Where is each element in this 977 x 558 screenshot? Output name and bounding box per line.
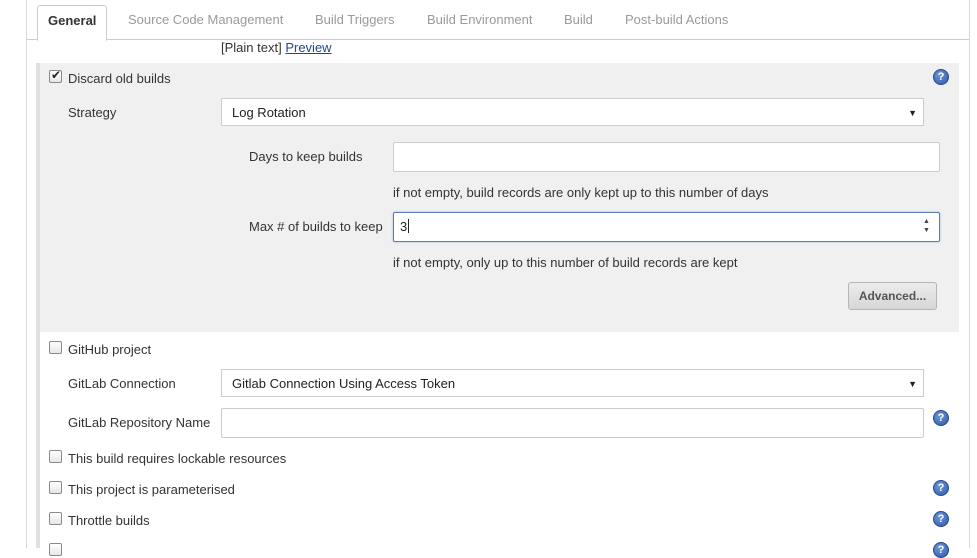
page-right-border [969, 0, 970, 548]
tab-post-build-actions[interactable]: Post-build Actions [625, 12, 728, 27]
github-project-checkbox[interactable] [49, 341, 62, 354]
parameterised-label: This project is parameterised [68, 482, 235, 497]
days-to-keep-hint: if not empty, build records are only kep… [393, 185, 769, 200]
throttle-builds-label: Throttle builds [68, 513, 150, 528]
plain-text-label: [Plain text] [221, 40, 282, 55]
help-icon[interactable]: ? [933, 480, 949, 496]
throttle-builds-checkbox[interactable] [49, 512, 62, 525]
text-caret [408, 219, 410, 233]
discard-old-builds-checkbox[interactable]: ✔ [49, 68, 62, 83]
lockable-resources-label: This build requires lockable resources [68, 451, 287, 466]
gitlab-repo-name-label: GitLab Repository Name [68, 415, 211, 430]
gitlab-connection-select[interactable]: Gitlab Connection Using Access Token ▼ [221, 369, 924, 397]
max-builds-hint: if not empty, only up to this number of … [393, 255, 738, 270]
github-project-label: GitHub project [68, 342, 152, 357]
lockable-resources-checkbox[interactable] [49, 450, 62, 463]
chevron-down-icon: ▼ [908, 108, 917, 118]
strategy-select-value: Log Rotation [232, 105, 306, 120]
gitlab-repo-name-input[interactable] [221, 408, 924, 438]
spinner-down-icon[interactable]: ▼ [923, 227, 930, 235]
page-left-border [26, 0, 27, 548]
number-spinner[interactable]: ▲ ▼ [923, 218, 931, 236]
next-option-checkbox[interactable] [49, 543, 62, 556]
spinner-up-icon[interactable]: ▲ [923, 218, 930, 226]
advanced-button[interactable]: Advanced... [848, 282, 937, 310]
section-indent-bar [36, 63, 40, 548]
tab-source-code-management[interactable]: Source Code Management [128, 12, 283, 27]
help-icon[interactable]: ? [933, 69, 949, 85]
tab-build-environment[interactable]: Build Environment [427, 12, 533, 27]
strategy-label: Strategy [68, 105, 117, 120]
help-icon[interactable]: ? [933, 511, 949, 527]
description-format-line: [Plain text] Preview [221, 40, 332, 55]
days-to-keep-input[interactable] [393, 142, 940, 172]
max-builds-label: Max # of builds to keep [249, 219, 383, 234]
help-icon[interactable]: ? [933, 542, 949, 558]
gitlab-connection-value: Gitlab Connection Using Access Token [232, 376, 456, 391]
preview-link[interactable]: Preview [285, 40, 331, 55]
tab-build-triggers[interactable]: Build Triggers [315, 12, 394, 27]
max-builds-input[interactable]: 3 ▲ ▼ [393, 212, 940, 242]
days-to-keep-label: Days to keep builds [249, 149, 363, 164]
parameterised-checkbox[interactable] [49, 481, 62, 494]
help-icon[interactable]: ? [933, 410, 949, 426]
max-builds-value: 3 [400, 219, 408, 234]
gitlab-connection-label: GitLab Connection [68, 376, 176, 391]
chevron-down-icon: ▼ [908, 379, 917, 389]
checkmark-icon: ✔ [51, 68, 62, 82]
tab-build[interactable]: Build [564, 12, 593, 27]
tab-general[interactable]: General [37, 5, 108, 41]
discard-old-builds-label: Discard old builds [68, 71, 171, 86]
strategy-select[interactable]: Log Rotation ▼ [221, 98, 924, 126]
config-tab-bar: General Source Code Management Build Tri… [27, 0, 969, 41]
